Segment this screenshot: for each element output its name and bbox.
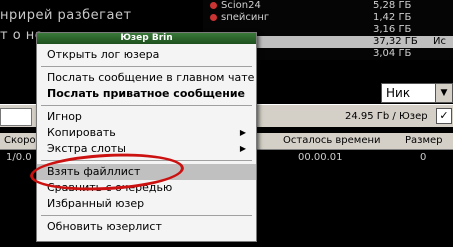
- menu-item-label: Избранный юзер: [47, 197, 145, 210]
- menu-refresh-userlist[interactable]: Обновить юзерлист: [37, 219, 256, 235]
- menu-item-label: Открыть лог юзера: [47, 48, 160, 61]
- column-size[interactable]: Размер: [405, 135, 443, 146]
- chat-line: нрирей разбегает: [0, 8, 132, 23]
- menu-ignore[interactable]: Игнор: [37, 109, 256, 125]
- user-share-size: 5,28 ГБ: [373, 0, 412, 11]
- menu-separator: [41, 66, 252, 67]
- user-status-icon: [210, 14, 217, 21]
- user-status-icon: [210, 2, 217, 9]
- user-row[interactable]: sпейсинг 1,42 ГБ: [203, 12, 453, 24]
- chat-input[interactable]: [0, 108, 32, 126]
- menu-item-label: Обновить юзерлист: [47, 220, 162, 233]
- menu-title: Юзер Brin: [37, 33, 256, 44]
- menu-item-label: Послать сообщение в главном чате: [47, 71, 255, 84]
- speed-limit-label: 24.95 Гb / Юзер: [345, 111, 428, 122]
- menu-send-public-message[interactable]: Послать сообщение в главном чате: [37, 70, 256, 86]
- dropdown-arrow-icon[interactable]: ▼: [435, 83, 453, 103]
- user-share-size: 3,04 ГБ: [373, 48, 412, 59]
- column-time-left[interactable]: Осталось времени: [283, 135, 381, 146]
- menu-favorite-user[interactable]: Избранный юзер: [37, 196, 256, 212]
- check-icon[interactable]: ✓: [436, 108, 452, 124]
- menu-separator: [41, 215, 252, 216]
- menu-separator: [41, 105, 252, 106]
- menu-send-private-message[interactable]: Послать приватное сообщение: [37, 86, 256, 102]
- user-name: Scion24: [221, 0, 261, 11]
- nick-filter-select[interactable]: Ник: [381, 83, 437, 103]
- user-share-size: 37,32 ГБ: [373, 36, 418, 47]
- menu-open-user-log[interactable]: Открыть лог юзера: [37, 47, 256, 63]
- user-share-size: 3,16 ГБ: [373, 24, 412, 35]
- menu-item-label: Послать приватное сообщение: [47, 87, 246, 100]
- transfer-speed: 1/0.0: [6, 152, 32, 163]
- menu-copy[interactable]: Копировать ▶: [37, 125, 256, 141]
- user-name: sпейсинг: [221, 12, 270, 23]
- submenu-arrow-icon: ▶: [239, 144, 246, 153]
- submenu-arrow-icon: ▶: [239, 128, 246, 137]
- menu-item-label: Игнор: [47, 110, 82, 123]
- column-speed[interactable]: Скоро: [4, 135, 36, 146]
- user-share-size: 1,42 ГБ: [373, 12, 412, 23]
- user-context-menu: Юзер Brin Открыть лог юзера Послать сооб…: [36, 32, 257, 242]
- transfer-time: 00.00.01: [298, 152, 343, 163]
- user-row[interactable]: Scion24 5,28 ГБ: [203, 0, 453, 12]
- menu-item-label: Копировать: [47, 126, 116, 139]
- user-extra: Ис: [433, 36, 446, 47]
- transfer-size: 0: [420, 152, 427, 163]
